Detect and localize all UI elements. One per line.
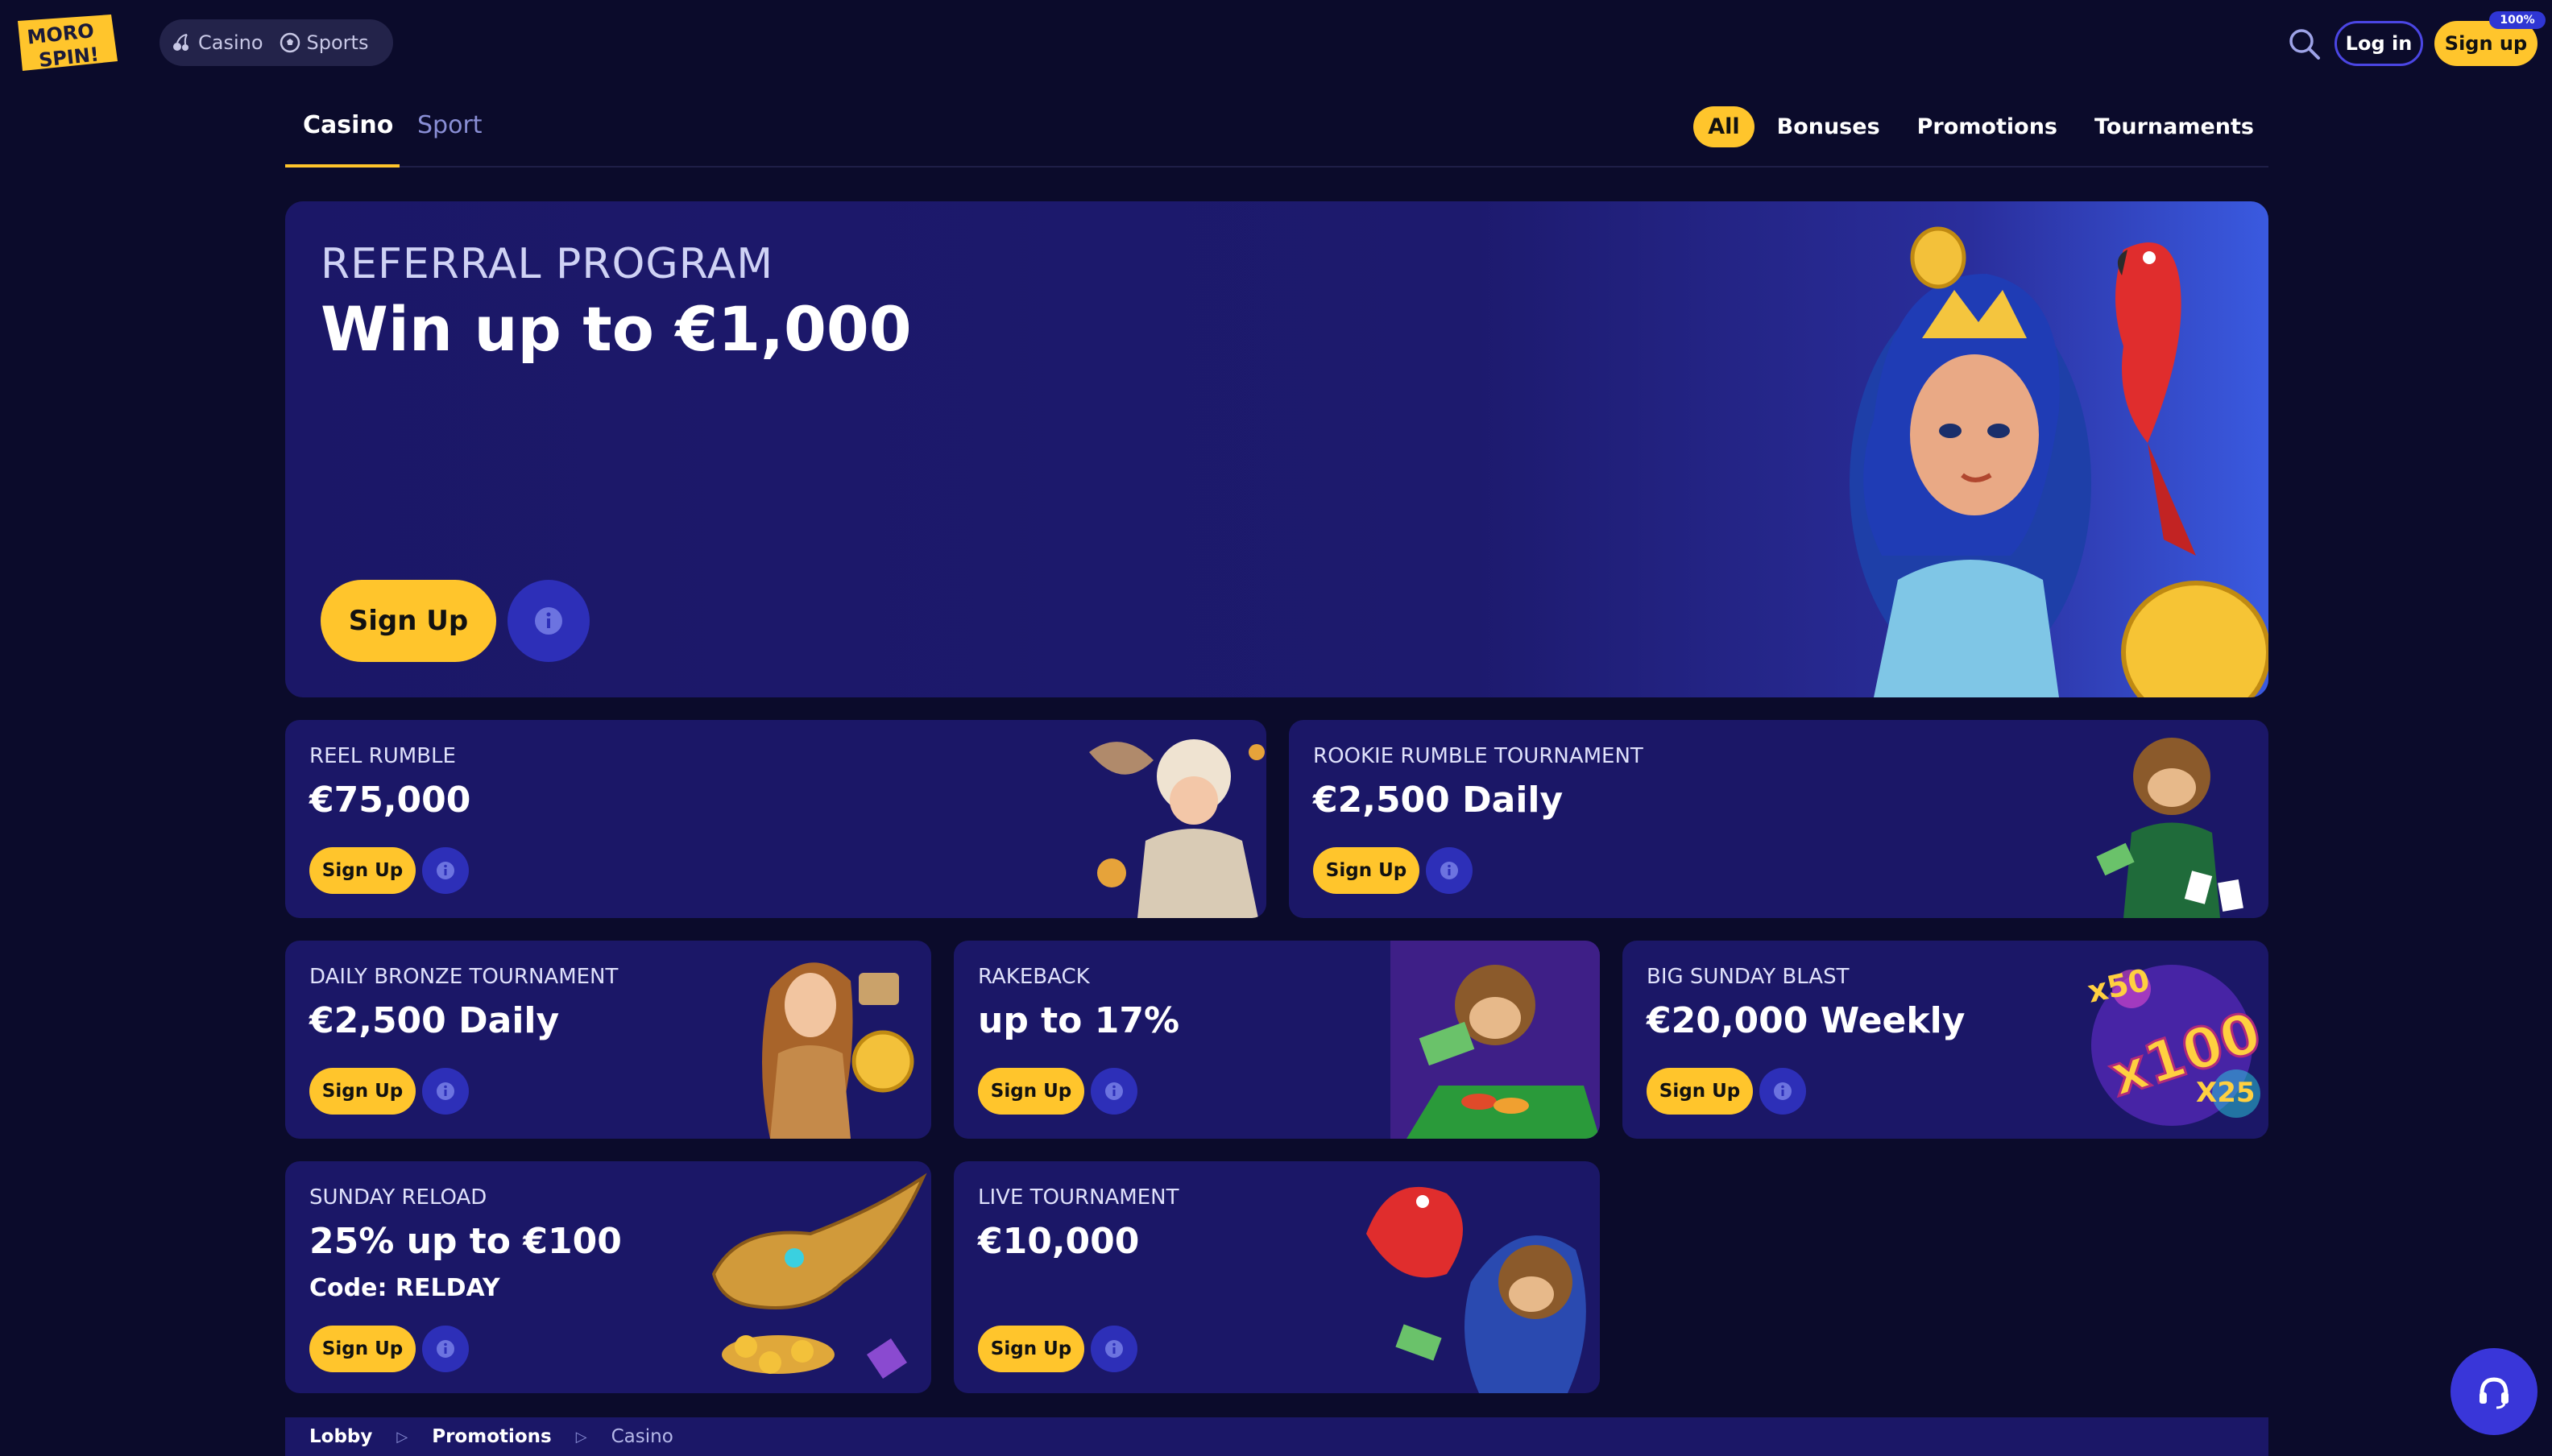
login-button[interactable]: Log in xyxy=(2334,21,2423,66)
filter-pills: All Bonuses Promotions Tournaments xyxy=(1693,106,2268,147)
card-info-button[interactable] xyxy=(1091,1068,1137,1115)
mode-casino-label: Casino xyxy=(198,31,263,54)
card-title: 25% up to €100 xyxy=(309,1221,622,1262)
monkey-croupier-illustration xyxy=(2096,738,2243,918)
promo-card-rakeback: RAKEBACK up to 17% Sign Up xyxy=(954,941,1600,1139)
search-icon[interactable] xyxy=(2286,26,2322,61)
filter-tournaments[interactable]: Tournaments xyxy=(2080,106,2268,147)
card-signup-button[interactable]: Sign Up xyxy=(978,1068,1084,1115)
hero-kicker: REFERRAL PROGRAM xyxy=(321,240,774,288)
card-kicker: RAKEBACK xyxy=(978,965,1090,989)
filter-all[interactable]: All xyxy=(1693,106,1754,147)
breadcrumb-separator-icon: ▷ xyxy=(396,1428,408,1446)
top-bar: MORO SPIN! Casino Sports Log in Sign up … xyxy=(0,0,2552,87)
card-title: €10,000 xyxy=(978,1221,1140,1262)
tab-sport[interactable]: Sport xyxy=(417,111,483,139)
card-kicker: ROOKIE RUMBLE TOURNAMENT xyxy=(1313,744,1643,768)
info-icon xyxy=(437,862,454,879)
info-icon xyxy=(1105,1082,1123,1100)
mode-casino[interactable]: Casino xyxy=(171,31,263,54)
card-info-button[interactable] xyxy=(422,1326,469,1372)
card-kicker: DAILY BRONZE TOURNAMENT xyxy=(309,965,619,989)
card-signup-button[interactable]: Sign Up xyxy=(309,847,416,894)
card-title: €75,000 xyxy=(309,780,471,821)
active-tab-underline xyxy=(285,164,400,168)
promo-card-reel-rumble: REEL RUMBLE €75,000 Sign Up xyxy=(285,720,1266,918)
card-info-button[interactable] xyxy=(422,1068,469,1115)
card-title: up to 17% xyxy=(978,1000,1180,1041)
promo-card-sunday-reload: SUNDAY RELOAD 25% up to €100 Code: RELDA… xyxy=(285,1161,931,1393)
card-signup-button[interactable]: Sign Up xyxy=(309,1068,416,1115)
breadcrumb-lobby[interactable]: Lobby xyxy=(309,1426,372,1447)
filter-bonuses[interactable]: Bonuses xyxy=(1763,106,1895,147)
card-signup-button[interactable]: Sign Up xyxy=(1647,1068,1753,1115)
card-kicker: BIG SUNDAY BLAST xyxy=(1647,965,1850,989)
breadcrumb-promotions[interactable]: Promotions xyxy=(432,1426,552,1447)
card-kicker: REEL RUMBLE xyxy=(309,744,456,768)
hero-title: Win up to €1,000 xyxy=(321,293,912,365)
info-icon xyxy=(1440,862,1458,879)
adventurer-woman-illustration xyxy=(762,962,914,1139)
card-info-button[interactable] xyxy=(1426,847,1473,894)
promo-code: Code: RELDAY xyxy=(309,1274,500,1302)
mode-sports-label: Sports xyxy=(306,31,369,54)
breadcrumb-casino: Casino xyxy=(611,1426,673,1447)
card-signup-button[interactable]: Sign Up xyxy=(978,1326,1084,1372)
card-title: €2,500 Daily xyxy=(309,1000,560,1041)
info-icon xyxy=(437,1340,454,1358)
brand-logo[interactable]: MORO SPIN! xyxy=(14,13,121,74)
info-icon xyxy=(437,1082,454,1100)
headset-icon xyxy=(2480,1377,2508,1409)
mode-switcher: Casino Sports xyxy=(160,19,393,66)
mode-sports[interactable]: Sports xyxy=(280,31,369,54)
soccer-ball-icon xyxy=(280,32,300,53)
card-signup-button[interactable]: Sign Up xyxy=(309,1326,416,1372)
support-chat-button[interactable] xyxy=(2450,1348,2538,1435)
filter-promotions[interactable]: Promotions xyxy=(1903,106,2072,147)
card-info-button[interactable] xyxy=(1091,1326,1137,1372)
breadcrumb: Lobby ▷ Promotions ▷ Casino xyxy=(285,1417,2268,1456)
hero-info-button[interactable] xyxy=(508,580,590,662)
multiplier-label: X25 xyxy=(2196,1077,2256,1109)
card-info-button[interactable] xyxy=(1759,1068,1806,1115)
card-info-button[interactable] xyxy=(422,847,469,894)
info-icon xyxy=(535,607,562,635)
card-kicker: LIVE TOURNAMENT xyxy=(978,1185,1179,1210)
promo-card-big-sunday-blast: BIG SUNDAY BLAST €20,000 Weekly Sign Up … xyxy=(1622,941,2268,1139)
promo-card-daily-bronze: DAILY BRONZE TOURNAMENT €2,500 Daily Sig… xyxy=(285,941,931,1139)
breadcrumb-separator-icon: ▷ xyxy=(575,1428,587,1446)
cherry-icon xyxy=(173,34,188,51)
category-tabs-row: Casino Sport All Bonuses Promotions Tour… xyxy=(285,95,2268,168)
card-title: €20,000 Weekly xyxy=(1647,1000,1966,1041)
promo-card-live-tournament: LIVE TOURNAMENT €10,000 Sign Up xyxy=(954,1161,1600,1393)
multiplier-burst-illustration: x50 x100 X25 xyxy=(2085,962,2268,1126)
info-icon xyxy=(1105,1340,1123,1358)
info-icon xyxy=(1774,1082,1792,1100)
tab-casino[interactable]: Casino xyxy=(303,111,393,139)
hero-banner: REFERRAL PROGRAM Win up to €1,000 Sign U… xyxy=(285,201,2268,697)
genie-parrot-illustration xyxy=(1850,226,2268,697)
magic-lamp-illustration xyxy=(711,1173,927,1379)
monkey-money-illustration xyxy=(1390,941,1600,1139)
card-kicker: SUNDAY RELOAD xyxy=(309,1185,487,1210)
bonus-badge: 100% xyxy=(2489,11,2546,29)
promo-card-rookie-rumble: ROOKIE RUMBLE TOURNAMENT €2,500 Daily Si… xyxy=(1289,720,2268,918)
card-signup-button[interactable]: Sign Up xyxy=(1313,847,1419,894)
elf-character-illustration xyxy=(1089,739,1265,918)
hero-signup-button[interactable]: Sign Up xyxy=(321,580,496,662)
parrot-monkey-illustration xyxy=(1366,1186,1586,1393)
card-title: €2,500 Daily xyxy=(1313,780,1564,821)
